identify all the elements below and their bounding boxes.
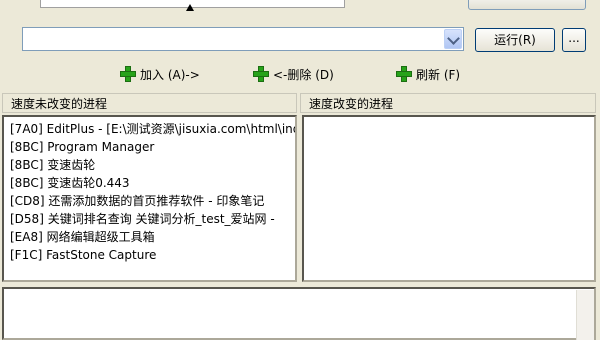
more-button[interactable]: ... [562,28,586,52]
plus-icon [120,66,136,82]
remove-button[interactable]: <-删除 (D) [253,64,334,84]
changed-process-list[interactable] [302,115,596,282]
changed-processes-header: 速度改变的进程 [300,93,596,113]
plus-icon [253,66,269,82]
top-right-button-label [470,0,584,8]
log-scrollbar[interactable] [576,290,594,340]
plus-icon [396,66,412,82]
log-area[interactable] [2,287,596,340]
chevron-down-icon[interactable] [444,29,462,49]
unchanged-processes-header: 速度未改变的进程 [2,93,297,113]
list-item[interactable]: [D58] 关键词排名查询 关键词分析_test_爱站网 - [10,210,295,228]
refresh-button[interactable]: 刷新 (F) [396,64,460,84]
list-item[interactable]: [8BC] Program Manager [10,138,295,156]
remove-label: <-删除 (D) [273,67,334,82]
list-item[interactable]: [8BC] 变速齿轮 [10,156,295,174]
up-arrow-icon[interactable] [186,4,194,11]
process-combo[interactable] [22,27,464,51]
list-item[interactable]: [F1C] FastStone Capture [10,246,295,264]
list-item[interactable]: [8BC] 变速齿轮0.443 [10,174,295,192]
run-button[interactable]: 运行(R) [475,28,555,52]
add-label: 加入 (A)-> [140,67,200,82]
add-button[interactable]: 加入 (A)-> [120,64,200,84]
unchanged-process-list[interactable]: [7A0] EditPlus - [E:\测试资源\jisuxia.com\ht… [2,115,297,282]
refresh-label: 刷新 (F) [416,67,461,82]
list-item[interactable]: [7A0] EditPlus - [E:\测试资源\jisuxia.com\ht… [10,120,295,138]
list-item[interactable]: [CD8] 还需添加数据的首页推荐软件 - 印象笔记 [10,192,295,210]
list-item[interactable]: [EA8] 网络编辑超级工具箱 [10,228,295,246]
